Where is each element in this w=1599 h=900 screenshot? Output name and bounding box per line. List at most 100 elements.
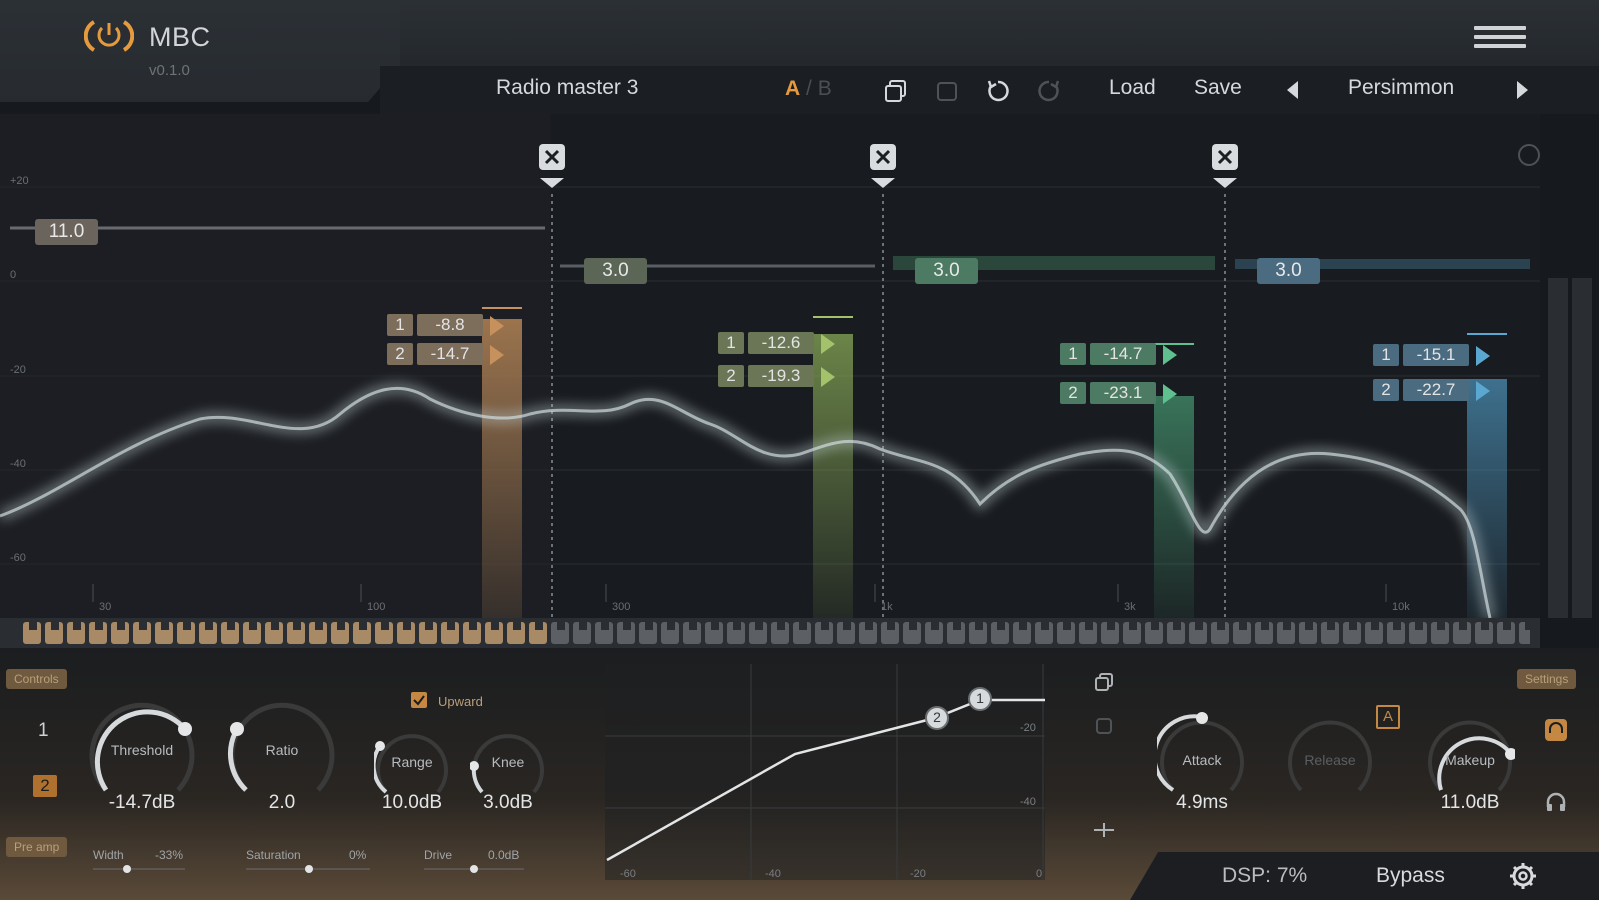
threshold-value: -19.3 <box>748 365 814 387</box>
threshold-knob-value[interactable]: -14.7dB <box>86 792 198 814</box>
freq-label: 30 <box>99 601 112 613</box>
band3-gain[interactable]: 3.0 <box>915 258 978 284</box>
preset-name[interactable]: Radio master 3 <box>496 76 638 100</box>
ab-separator: / <box>806 77 812 100</box>
db-label: -40 <box>10 458 26 470</box>
threshold-arrow-icon <box>1475 345 1490 366</box>
db-label: +20 <box>10 175 29 187</box>
paste-band-icon[interactable] <box>1094 716 1114 736</box>
prev-theme-icon[interactable] <box>1287 81 1298 99</box>
bypass-button[interactable]: Bypass <box>1376 864 1445 888</box>
width-value: -33% <box>155 848 184 862</box>
range-knob-value[interactable]: 10.0dB <box>364 792 460 814</box>
threshold-2-selector[interactable]: 2 <box>33 775 57 797</box>
theme-name[interactable]: Persimmon <box>1348 76 1454 100</box>
attack-knob-value[interactable]: 4.9ms <box>1147 792 1257 814</box>
copy-icon[interactable] <box>883 78 909 104</box>
settings-tag: Settings <box>1517 669 1577 689</box>
pre-amp-tag: Pre amp <box>6 837 68 857</box>
saturation-slider-thumb[interactable] <box>305 865 313 873</box>
threshold-value: -15.1 <box>1403 344 1469 366</box>
hamburger-menu-button[interactable] <box>1474 26 1526 52</box>
threshold-arrow-icon <box>820 366 835 387</box>
knee-knob-value[interactable]: 3.0dB <box>460 792 556 814</box>
next-theme-icon[interactable] <box>1517 81 1528 99</box>
save-button[interactable]: Save <box>1194 76 1242 100</box>
width-slider[interactable] <box>93 868 185 870</box>
band3-threshold2[interactable]: 2 -23.1 <box>1060 382 1177 404</box>
link-icon[interactable] <box>1092 820 1116 840</box>
app-name: MBC <box>149 22 211 52</box>
app-version: v0.1.0 <box>149 62 190 79</box>
auto-release-button[interactable]: A <box>1376 705 1400 729</box>
ratio-knob-value[interactable]: 2.0 <box>226 792 338 814</box>
crossover-remove-button[interactable] <box>870 144 896 170</box>
makeup-knob-label: Makeup <box>1445 752 1495 768</box>
crossover-remove-button[interactable] <box>539 144 565 170</box>
drive-slider-thumb[interactable] <box>470 865 478 873</box>
band2-threshold1[interactable]: 1 -12.6 <box>718 332 835 354</box>
band3-threshold1[interactable]: 1 -14.7 <box>1060 343 1177 365</box>
close-icon <box>875 149 891 165</box>
saturation-label: Saturation <box>246 848 301 862</box>
threshold-arrow-icon <box>820 333 835 354</box>
band1-threshold1[interactable]: 1 -8.8 <box>387 314 504 336</box>
band4-threshold2[interactable]: 2 -22.7 <box>1373 379 1490 401</box>
crossover-handle-icon[interactable] <box>871 178 895 188</box>
band2-gain[interactable]: 3.0 <box>584 258 647 284</box>
threshold-arrow-icon <box>1475 380 1490 401</box>
transfer-point-1-label: 1 <box>976 690 984 706</box>
b-state-button[interactable]: B <box>818 77 832 100</box>
threshold-index: 1 <box>1060 343 1086 365</box>
keyboard-keys <box>20 618 1530 648</box>
undo-icon[interactable] <box>985 78 1011 104</box>
freq-label: 3k <box>1124 601 1136 613</box>
close-icon <box>544 149 560 165</box>
threshold-value: -14.7 <box>417 343 483 365</box>
solo-headphones-icon[interactable] <box>1544 718 1568 742</box>
drive-value: 0.0dB <box>488 848 520 862</box>
knee-knob-label: Knee <box>491 754 525 770</box>
band4-gain[interactable]: 3.0 <box>1257 258 1320 284</box>
db-label: 0 <box>10 269 17 281</box>
power-logo-icon <box>84 20 134 52</box>
threshold-value: -23.1 <box>1090 382 1156 404</box>
settings-gear-icon[interactable] <box>1509 862 1537 890</box>
threshold-1-selector[interactable]: 1 <box>38 720 49 742</box>
info-icon[interactable] <box>1518 144 1540 166</box>
freq-label: 1k <box>881 601 893 613</box>
makeup-knob-value[interactable]: 11.0dB <box>1415 792 1525 814</box>
crossover-remove-button[interactable] <box>1212 144 1238 170</box>
piano-keyboard[interactable] <box>0 618 1540 648</box>
freq-label: 100 <box>367 601 386 613</box>
attack-knob-label: Attack <box>1182 752 1222 768</box>
dsp-usage: DSP: 7% <box>1222 864 1308 887</box>
load-button[interactable]: Load <box>1109 76 1156 100</box>
ab-switch[interactable]: A / B <box>785 77 832 101</box>
db-label: -20 <box>10 364 26 376</box>
drive-label: Drive <box>424 848 453 862</box>
width-slider-thumb[interactable] <box>123 865 131 873</box>
transfer-x-label: -20 <box>910 868 926 880</box>
close-icon <box>1217 149 1233 165</box>
crossover-handle-icon[interactable] <box>540 178 564 188</box>
redo-icon[interactable] <box>1036 78 1062 104</box>
menu-line-icon <box>1474 26 1526 30</box>
controls-tag: Controls <box>6 669 67 689</box>
a-state-button[interactable]: A <box>785 77 800 100</box>
upward-checkbox[interactable] <box>411 692 427 708</box>
upward-label: Upward <box>438 694 483 709</box>
paste-icon[interactable] <box>934 78 960 104</box>
band1-gain[interactable]: 11.0 <box>35 219 98 245</box>
band4-threshold1[interactable]: 1 -15.1 <box>1373 344 1490 366</box>
copy-band-icon[interactable] <box>1094 672 1114 692</box>
threshold-knob-label: Threshold <box>110 742 174 758</box>
band1-threshold2[interactable]: 2 -14.7 <box>387 343 504 365</box>
listen-headphones-icon[interactable] <box>1544 790 1568 814</box>
band2-threshold2[interactable]: 2 -19.3 <box>718 365 835 387</box>
transfer-y-label: -40 <box>1020 796 1036 808</box>
threshold-arrow-icon <box>489 315 504 336</box>
threshold-value: -8.8 <box>417 314 483 336</box>
crossover-handle-icon[interactable] <box>1213 178 1237 188</box>
threshold-arrow-icon <box>1162 383 1177 404</box>
